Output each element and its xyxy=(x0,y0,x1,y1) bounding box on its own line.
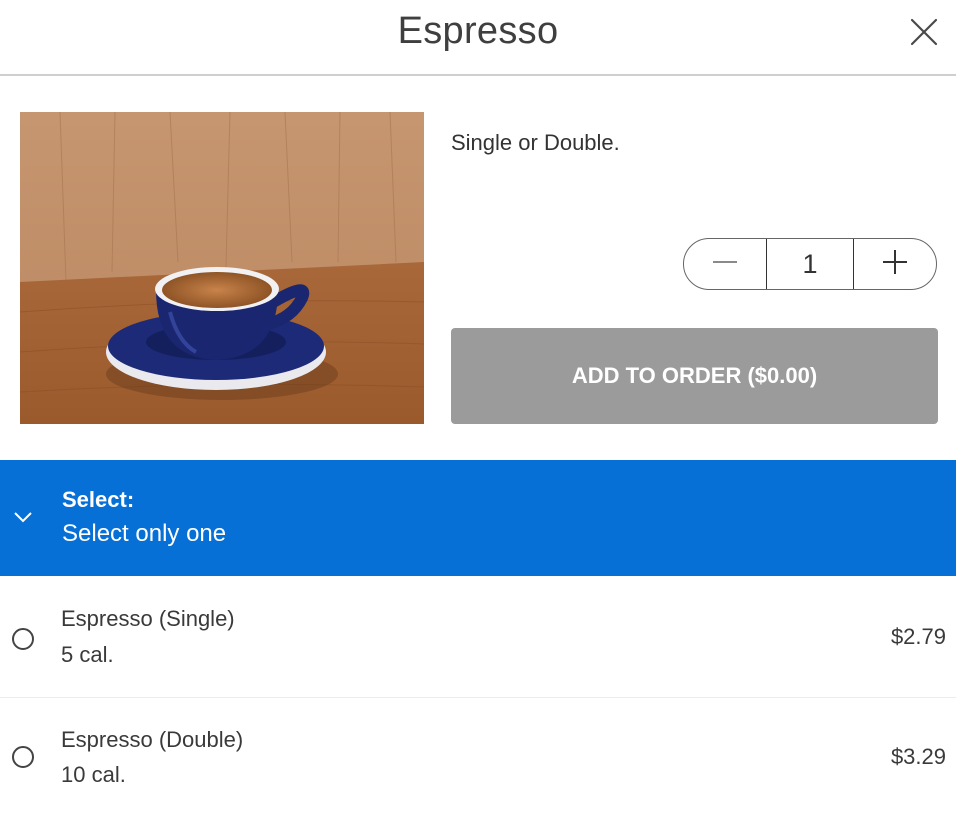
item-description: Single or Double. xyxy=(451,130,620,155)
option-group-title: Select: xyxy=(62,487,135,512)
minus-icon xyxy=(711,248,739,281)
option-group-header[interactable]: Select: Select only one xyxy=(0,460,956,576)
product-image xyxy=(20,112,424,424)
plus-icon xyxy=(881,248,909,281)
option-group-subtitle: Select only one xyxy=(62,520,227,547)
option-price: $3.29 xyxy=(890,744,946,769)
add-to-order-button[interactable]: ADD TO ORDER ($0.00) xyxy=(451,328,938,424)
option-name: Espresso (Single) xyxy=(61,606,235,631)
option-calories: 5 cal. xyxy=(61,642,114,667)
option-price: $2.79 xyxy=(890,624,946,649)
option-espresso-single[interactable]: Espresso (Single) 5 cal. $2.79 xyxy=(0,578,956,698)
modal-title: Espresso xyxy=(397,10,559,52)
increment-button[interactable] xyxy=(854,239,936,289)
quantity-value[interactable]: 1 xyxy=(766,239,854,289)
radio-button[interactable] xyxy=(12,746,34,768)
option-espresso-double[interactable]: Espresso (Double) 10 cal. $3.29 xyxy=(0,698,956,818)
modal-header: Espresso xyxy=(0,0,956,76)
close-icon[interactable] xyxy=(908,16,940,48)
decrement-button[interactable] xyxy=(684,239,766,289)
quantity-stepper: 1 xyxy=(683,238,937,290)
radio-button[interactable] xyxy=(12,628,34,650)
chevron-down-icon xyxy=(12,508,34,526)
option-calories: 10 cal. xyxy=(61,762,126,787)
option-name: Espresso (Double) xyxy=(61,727,244,752)
